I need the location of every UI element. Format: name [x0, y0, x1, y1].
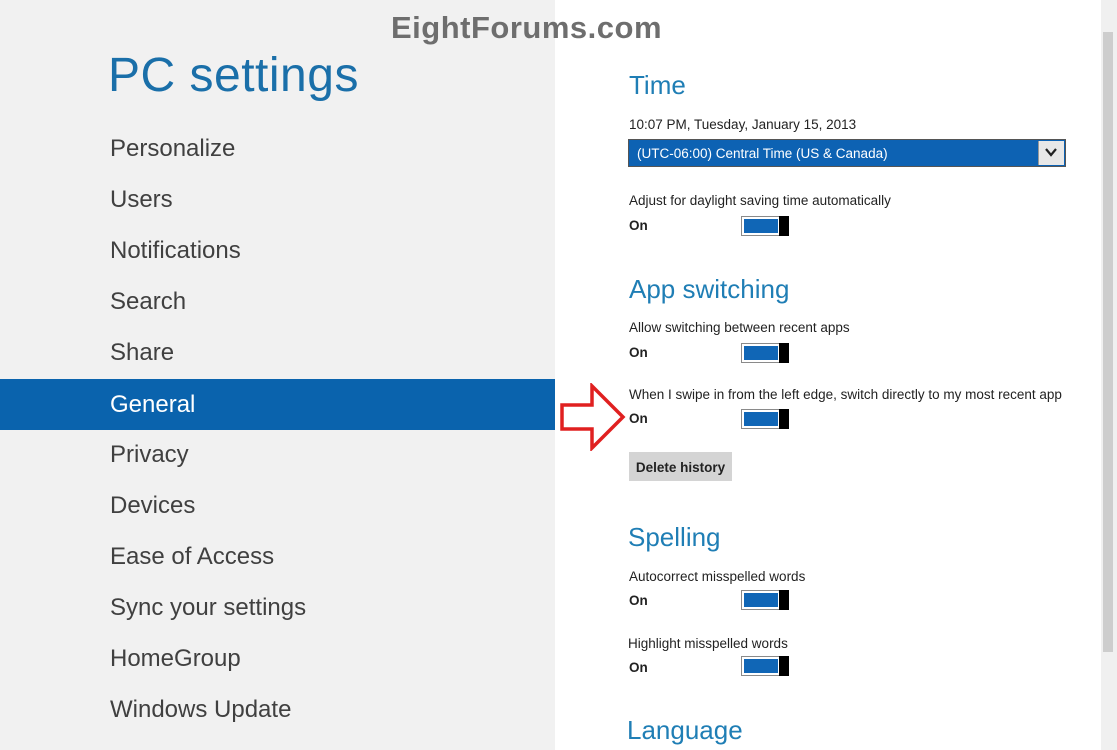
swipe-left-label: When I swipe in from the left edge, swit…	[629, 387, 1062, 402]
toggle-thumb	[779, 216, 789, 236]
dst-label: Adjust for daylight saving time automati…	[629, 193, 891, 208]
autocorrect-state-text: On	[629, 593, 648, 608]
section-heading-spelling: Spelling	[628, 522, 721, 552]
highlight-label: Highlight misspelled words	[628, 636, 788, 651]
nav-item-users[interactable]: Users	[0, 174, 555, 225]
delete-history-button[interactable]: Delete history	[629, 452, 732, 481]
allow-switching-toggle[interactable]	[741, 343, 789, 363]
dst-toggle[interactable]	[741, 216, 789, 236]
toggle-thumb	[779, 409, 789, 429]
toggle-fill	[744, 346, 778, 360]
nav-item-windows-update[interactable]: Windows Update	[0, 684, 555, 735]
nav-item-privacy[interactable]: Privacy	[0, 429, 555, 480]
highlight-state-text: On	[629, 660, 648, 675]
swipe-left-toggle[interactable]	[741, 409, 789, 429]
section-heading-time: Time	[629, 70, 686, 100]
toggle-thumb	[779, 656, 789, 676]
nav-item-share[interactable]: Share	[0, 327, 555, 378]
nav-item-sync-your-settings[interactable]: Sync your settings	[0, 582, 555, 633]
dst-state-text: On	[629, 218, 648, 233]
toggle-fill	[744, 593, 778, 607]
swipe-left-state-text: On	[629, 411, 648, 426]
nav-item-devices[interactable]: Devices	[0, 480, 555, 531]
toggle-thumb	[779, 590, 789, 610]
section-heading-app-switching: App switching	[629, 274, 790, 304]
page-title: PC settings	[108, 49, 359, 102]
toggle-fill	[744, 219, 778, 233]
chevron-down-icon[interactable]	[1038, 141, 1064, 165]
right-arrow-icon	[559, 381, 627, 456]
nav-item-personalize[interactable]: Personalize	[0, 123, 555, 174]
nav-item-notifications[interactable]: Notifications	[0, 225, 555, 276]
nav-item-homegroup[interactable]: HomeGroup	[0, 633, 555, 684]
section-heading-language: Language	[627, 715, 743, 745]
site-watermark: EightForums.com	[391, 10, 663, 45]
scrollbar-thumb[interactable]	[1103, 32, 1113, 652]
allow-switching-label: Allow switching between recent apps	[629, 320, 850, 335]
allow-switching-state-text: On	[629, 345, 648, 360]
nav-item-general[interactable]: General	[0, 379, 555, 430]
toggle-fill	[744, 659, 778, 673]
highlight-toggle[interactable]	[741, 656, 789, 676]
navigation-pane: PC settings Personalize Users Notificati…	[0, 0, 555, 750]
toggle-thumb	[779, 343, 789, 363]
autocorrect-toggle[interactable]	[741, 590, 789, 610]
timezone-value: (UTC-06:00) Central Time (US & Canada)	[637, 146, 888, 161]
nav-item-ease-of-access[interactable]: Ease of Access	[0, 531, 555, 582]
current-time-text: 10:07 PM, Tuesday, January 15, 2013	[629, 117, 857, 132]
timezone-select[interactable]: (UTC-06:00) Central Time (US & Canada)	[628, 139, 1066, 167]
nav-item-search[interactable]: Search	[0, 276, 555, 327]
toggle-fill	[744, 412, 778, 426]
autocorrect-label: Autocorrect misspelled words	[629, 569, 806, 584]
